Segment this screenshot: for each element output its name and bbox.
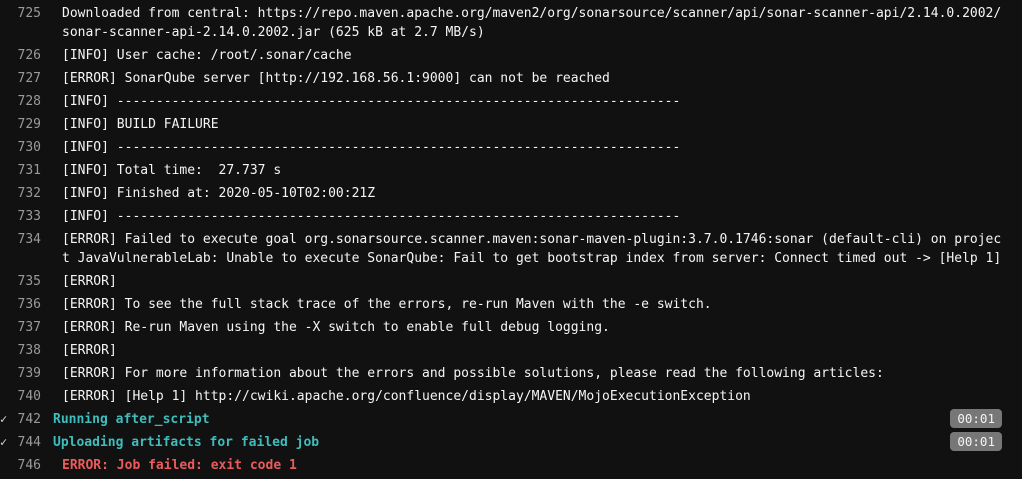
log-line: 726 [INFO] User cache: /root/.sonar/cache (0, 42, 1022, 65)
log-text: [INFO] ---------------------------------… (62, 94, 681, 109)
log-line: 736 [ERROR] To see the full stack trace o… (0, 291, 1022, 314)
section-row[interactable]: ✓ 744 Uploading artifacts for failed job… (0, 429, 1022, 452)
log-text: [INFO] User cache: /root/.sonar/cache (62, 48, 352, 63)
log-line: 728 [INFO] ------------------------------… (0, 88, 1022, 111)
line-number[interactable]: 731 (8, 161, 47, 180)
line-number[interactable]: 737 (8, 318, 47, 337)
log-text: [ERROR] SonarQube server [http://192.168… (62, 71, 610, 86)
log-line: 725 Downloaded from central: https://repo… (0, 0, 1022, 42)
log-line-final-error: 746 ERROR: Job failed: exit code 1 (0, 452, 1022, 475)
line-number[interactable]: 736 (8, 295, 47, 314)
log-text: [INFO] Total time: 27.737 s (62, 163, 282, 178)
log-text: [ERROR] (62, 343, 117, 358)
log-text: [ERROR] (62, 274, 117, 289)
line-number[interactable]: 739 (8, 364, 47, 383)
line-number[interactable]: 744 (8, 433, 47, 452)
log-text: [INFO] ---------------------------------… (62, 140, 681, 155)
line-number[interactable]: 742 (8, 410, 47, 429)
log-text: [ERROR] Failed to execute goal org.sonar… (62, 232, 1002, 266)
line-number[interactable]: 746 (8, 456, 47, 475)
line-number[interactable]: 735 (8, 272, 47, 291)
chevron-collapse-icon[interactable]: ✓ (0, 410, 8, 429)
log-line: 727 [ERROR] SonarQube server [http://192.… (0, 65, 1022, 88)
line-number[interactable]: 725 (8, 4, 47, 23)
log-line: 731 [INFO] Total time: 27.737 s (0, 157, 1022, 180)
log-line: 729 [INFO] BUILD FAILURE (0, 111, 1022, 134)
log-text: [ERROR] [Help 1] http://cwiki.apache.org… (62, 389, 751, 404)
line-number[interactable]: 740 (8, 387, 47, 406)
log-line: 733 [INFO] ------------------------------… (0, 203, 1022, 226)
line-number[interactable]: 732 (8, 184, 47, 203)
duration-badge: 00:01 (950, 432, 1002, 451)
log-text: [ERROR] For more information about the e… (62, 366, 884, 381)
log-line: 738 [ERROR] (0, 337, 1022, 360)
log-line: 734 [ERROR] Failed to execute goal org.so… (0, 226, 1022, 268)
log-line: 739 [ERROR] For more information about th… (0, 360, 1022, 383)
job-log: 725 Downloaded from central: https://repo… (0, 0, 1022, 479)
duration-badge: 00:01 (950, 409, 1002, 428)
log-line: 732 [INFO] Finished at: 2020-05-10T02:00:… (0, 180, 1022, 203)
chevron-collapse-icon[interactable]: ✓ (0, 433, 8, 452)
section-row[interactable]: ✓ 742 Running after_script 00:01 (0, 406, 1022, 429)
line-number[interactable]: 733 (8, 207, 47, 226)
log-text: [INFO] ---------------------------------… (62, 209, 681, 224)
log-line: 735 [ERROR] (0, 268, 1022, 291)
line-number[interactable]: 730 (8, 138, 47, 157)
line-number[interactable]: 726 (8, 46, 47, 65)
section-title: Uploading artifacts for failed job (53, 435, 320, 450)
line-number[interactable]: 734 (8, 230, 47, 249)
log-text: [ERROR] To see the full stack trace of t… (62, 297, 712, 312)
section-title: Running after_script (53, 412, 210, 427)
line-number[interactable]: 738 (8, 341, 47, 360)
line-number[interactable]: 727 (8, 69, 47, 88)
log-line: 737 [ERROR] Re-run Maven using the -X swi… (0, 314, 1022, 337)
log-text: [ERROR] Re-run Maven using the -X switch… (62, 320, 610, 335)
log-line: 740 [ERROR] [Help 1] http://cwiki.apache.… (0, 383, 1022, 406)
job-failed-message: ERROR: Job failed: exit code 1 (62, 458, 297, 473)
log-text: [INFO] Finished at: 2020-05-10T02:00:21Z (62, 186, 376, 201)
log-text: Downloaded from central: https://repo.ma… (62, 6, 1002, 40)
line-number[interactable]: 729 (8, 115, 47, 134)
log-line: 730 [INFO] ------------------------------… (0, 134, 1022, 157)
log-text: [INFO] BUILD FAILURE (62, 117, 219, 132)
line-number[interactable]: 728 (8, 92, 47, 111)
